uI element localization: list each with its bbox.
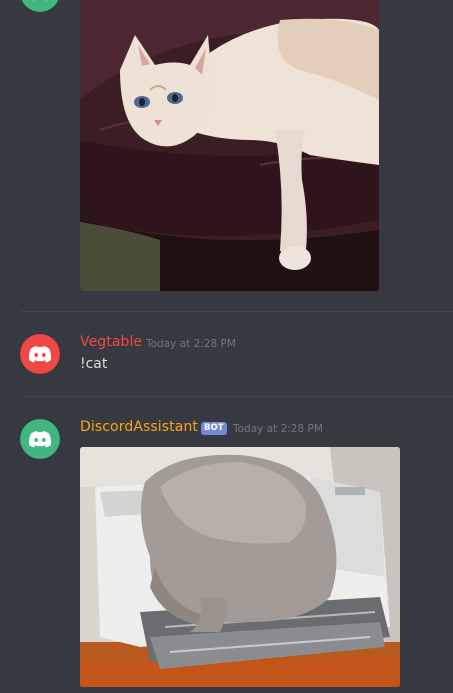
cat-printer-image[interactable] <box>80 447 400 687</box>
discord-logo-icon <box>21 0 59 12</box>
message-timestamp: Today at 2:28 PM <box>233 423 323 435</box>
bot-avatar[interactable] <box>20 419 60 459</box>
bot-tag: BOT <box>201 422 227 435</box>
message-divider <box>20 396 453 397</box>
message-text: !cat <box>80 356 108 372</box>
discord-logo-icon <box>20 419 60 459</box>
message-timestamp: Today at 2:28 PM <box>146 338 236 350</box>
cat-couch-image[interactable] <box>80 0 379 291</box>
username-discordassistant[interactable]: DiscordAssistant <box>80 419 198 435</box>
chat-messages: Vegtable Today at 2:28 PM !cat DiscordAs… <box>0 0 453 693</box>
username-vegtable[interactable]: Vegtable <box>80 334 142 350</box>
message-divider <box>20 311 453 312</box>
discord-logo-icon <box>20 334 60 374</box>
bot-avatar[interactable] <box>20 0 60 12</box>
user-avatar[interactable] <box>20 334 60 374</box>
